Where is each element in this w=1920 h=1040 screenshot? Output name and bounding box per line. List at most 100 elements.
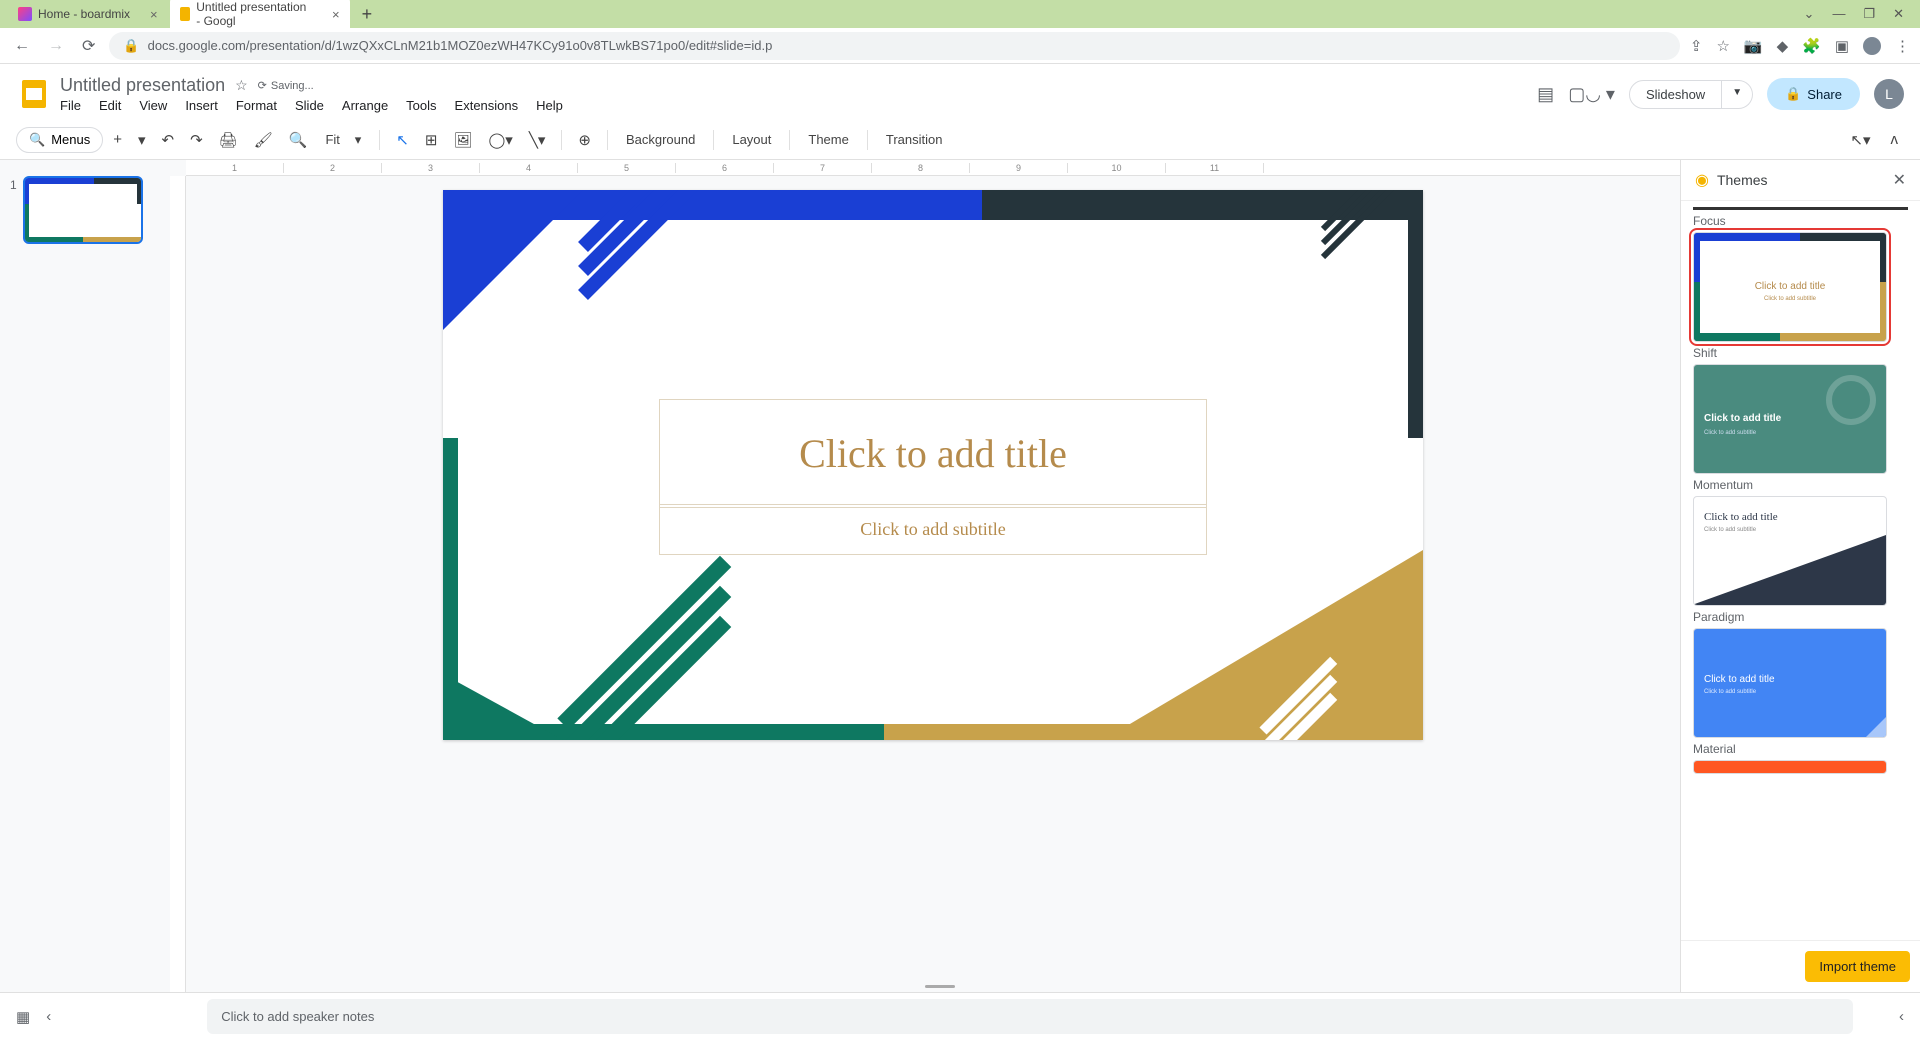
toolbar: 🔍Menus + ▾ ↶ ↷ 🖨 🖌 🔍 Fit ▾ ↖ ⊞ 🖼 ◯▾ ╲▾ ⊕…	[0, 120, 1920, 160]
comment-icon[interactable]: ⊕	[572, 126, 597, 154]
doc-title[interactable]: Untitled presentation	[60, 75, 225, 96]
menu-arrange[interactable]: Arrange	[342, 98, 388, 113]
menu-extensions[interactable]: Extensions	[455, 98, 519, 113]
browser-tab-slides[interactable]: Untitled presentation - Googl ×	[170, 0, 350, 32]
theme-card-momentum[interactable]: Click to add title Click to add subtitle	[1693, 364, 1887, 474]
app-header: Untitled presentation ☆ ⟳Saving... File …	[0, 64, 1920, 120]
search-menus[interactable]: 🔍Menus	[16, 127, 103, 153]
menu-edit[interactable]: Edit	[99, 98, 121, 113]
close-icon[interactable]: ×	[332, 7, 340, 22]
splitter-handle[interactable]	[925, 985, 955, 988]
url-input[interactable]: 🔒 docs.google.com/presentation/d/1wzQXxC…	[109, 32, 1679, 60]
print-icon[interactable]: 🖨	[213, 126, 244, 154]
menu-insert[interactable]: Insert	[185, 98, 218, 113]
themes-panel: ◉ Themes ✕ Focus Click to add title Clic…	[1680, 160, 1920, 992]
share-button[interactable]: 🔒 Share	[1767, 78, 1860, 110]
address-bar: ← → ⟳ 🔒 docs.google.com/presentation/d/1…	[0, 28, 1920, 64]
menu-slide[interactable]: Slide	[295, 98, 324, 113]
star-icon[interactable]: ☆	[1716, 37, 1729, 55]
theme-card-material[interactable]: Click to add title Click to add subtitle	[1693, 628, 1887, 738]
reload-icon[interactable]: ⟳	[78, 32, 99, 60]
pointer-dropdown-icon[interactable]: ↖▾	[1844, 126, 1876, 154]
slide-thumbnail-panel: 1	[0, 160, 170, 992]
browser-tab-strip: Home - boardmix × Untitled presentation …	[0, 0, 1920, 28]
saving-status: ⟳Saving...	[258, 79, 314, 92]
theme-card-next[interactable]	[1693, 760, 1887, 774]
forward-icon[interactable]: →	[44, 33, 68, 59]
themes-list[interactable]: Focus Click to add title Click to add su…	[1681, 201, 1920, 940]
slideshow-dropdown[interactable]: ▼	[1722, 80, 1753, 109]
chevron-left-icon-2[interactable]: ‹	[1899, 1008, 1904, 1025]
puzzle-icon[interactable]: 🧩	[1802, 37, 1821, 55]
chevron-left-icon[interactable]: ‹	[46, 1008, 51, 1025]
maximize-icon[interactable]: ❐	[1863, 6, 1875, 22]
undo-icon[interactable]: ↶	[156, 126, 181, 154]
collapse-toolbar-icon[interactable]: ʌ	[1885, 126, 1905, 154]
theme-card-paradigm[interactable]: Click to add title Click to add subtitle	[1693, 496, 1887, 606]
line-icon[interactable]: ╲▾	[523, 126, 552, 154]
menu-tools[interactable]: Tools	[406, 98, 436, 113]
themes-icon: ◉	[1695, 170, 1709, 190]
sidepanel-icon[interactable]: ▣	[1835, 37, 1849, 55]
transition-button[interactable]: Transition	[878, 127, 951, 152]
theme-button[interactable]: Theme	[800, 127, 856, 152]
grid-view-icon[interactable]: ▦	[16, 1008, 30, 1026]
lock-icon: 🔒	[123, 38, 139, 54]
chevron-down-icon[interactable]: ⌄	[1804, 6, 1815, 22]
tab-title: Untitled presentation - Googl	[196, 0, 312, 28]
slideshow-button[interactable]: Slideshow	[1629, 80, 1722, 109]
textbox-icon[interactable]: ⊞	[419, 126, 444, 154]
comments-icon[interactable]: ▤	[1537, 84, 1554, 105]
menu-view[interactable]: View	[139, 98, 167, 113]
favicon-boardmix-icon	[18, 7, 32, 21]
close-panel-icon[interactable]: ✕	[1893, 170, 1906, 190]
extension-icon[interactable]: ◆	[1777, 37, 1789, 55]
menu-bar: File Edit View Insert Format Slide Arran…	[60, 98, 1537, 113]
url-text: docs.google.com/presentation/d/1wzQXxCLn…	[148, 38, 773, 53]
meet-icon[interactable]: ▢◡ ▾	[1568, 84, 1615, 105]
kebab-icon[interactable]: ⋮	[1895, 37, 1910, 55]
canvas-area: 1234567891011	[170, 160, 1680, 992]
slide-number: 1	[10, 176, 17, 244]
profile-icon[interactable]	[1863, 37, 1881, 55]
slide-thumbnail-1[interactable]	[23, 176, 143, 244]
shape-icon[interactable]: ◯▾	[482, 126, 518, 154]
new-slide-dropdown[interactable]: ▾	[132, 126, 152, 154]
title-placeholder[interactable]: Click to add title	[659, 399, 1208, 508]
image-icon[interactable]: 🖼	[447, 126, 478, 154]
menu-format[interactable]: Format	[236, 98, 277, 113]
theme-label-shift: Shift	[1693, 346, 1908, 360]
theme-card-shift[interactable]: Click to add title Click to add subtitle	[1693, 232, 1887, 342]
lock-icon: 🔒	[1785, 86, 1801, 102]
menu-help[interactable]: Help	[536, 98, 563, 113]
subtitle-placeholder[interactable]: Click to add subtitle	[659, 504, 1208, 555]
close-window-icon[interactable]: ✕	[1893, 6, 1904, 22]
share-url-icon[interactable]: ⇪	[1690, 37, 1703, 55]
theme-label-paradigm: Paradigm	[1693, 610, 1908, 624]
new-tab-button[interactable]: +	[352, 4, 383, 25]
theme-label-momentum: Momentum	[1693, 478, 1908, 492]
account-avatar[interactable]: L	[1874, 79, 1904, 109]
redo-icon[interactable]: ↷	[184, 126, 209, 154]
close-icon[interactable]: ×	[150, 7, 158, 22]
star-icon[interactable]: ☆	[235, 77, 248, 94]
back-icon[interactable]: ←	[10, 33, 34, 59]
new-slide-button[interactable]: +	[107, 126, 128, 153]
themes-title: Themes	[1717, 172, 1885, 188]
slides-logo-icon	[16, 76, 52, 112]
speaker-notes-input[interactable]: Click to add speaker notes	[207, 999, 1853, 1034]
search-icon: 🔍	[29, 132, 45, 148]
zoom-out-icon[interactable]: 🔍	[283, 126, 314, 154]
zoom-select[interactable]: Fit ▾	[317, 127, 369, 153]
menu-file[interactable]: File	[60, 98, 81, 113]
minimize-icon[interactable]: —	[1832, 6, 1845, 22]
background-button[interactable]: Background	[618, 127, 703, 152]
paint-format-icon[interactable]: 🖌	[248, 126, 279, 154]
layout-button[interactable]: Layout	[724, 127, 779, 152]
horizontal-ruler: 1234567891011	[186, 160, 1680, 176]
select-tool-icon[interactable]: ↖	[390, 126, 415, 154]
import-theme-button[interactable]: Import theme	[1805, 951, 1910, 982]
browser-tab-boardmix[interactable]: Home - boardmix ×	[8, 3, 168, 26]
camera-icon[interactable]: 📷	[1744, 37, 1763, 55]
slide-canvas[interactable]: Click to add title Click to add subtitle	[443, 190, 1423, 740]
